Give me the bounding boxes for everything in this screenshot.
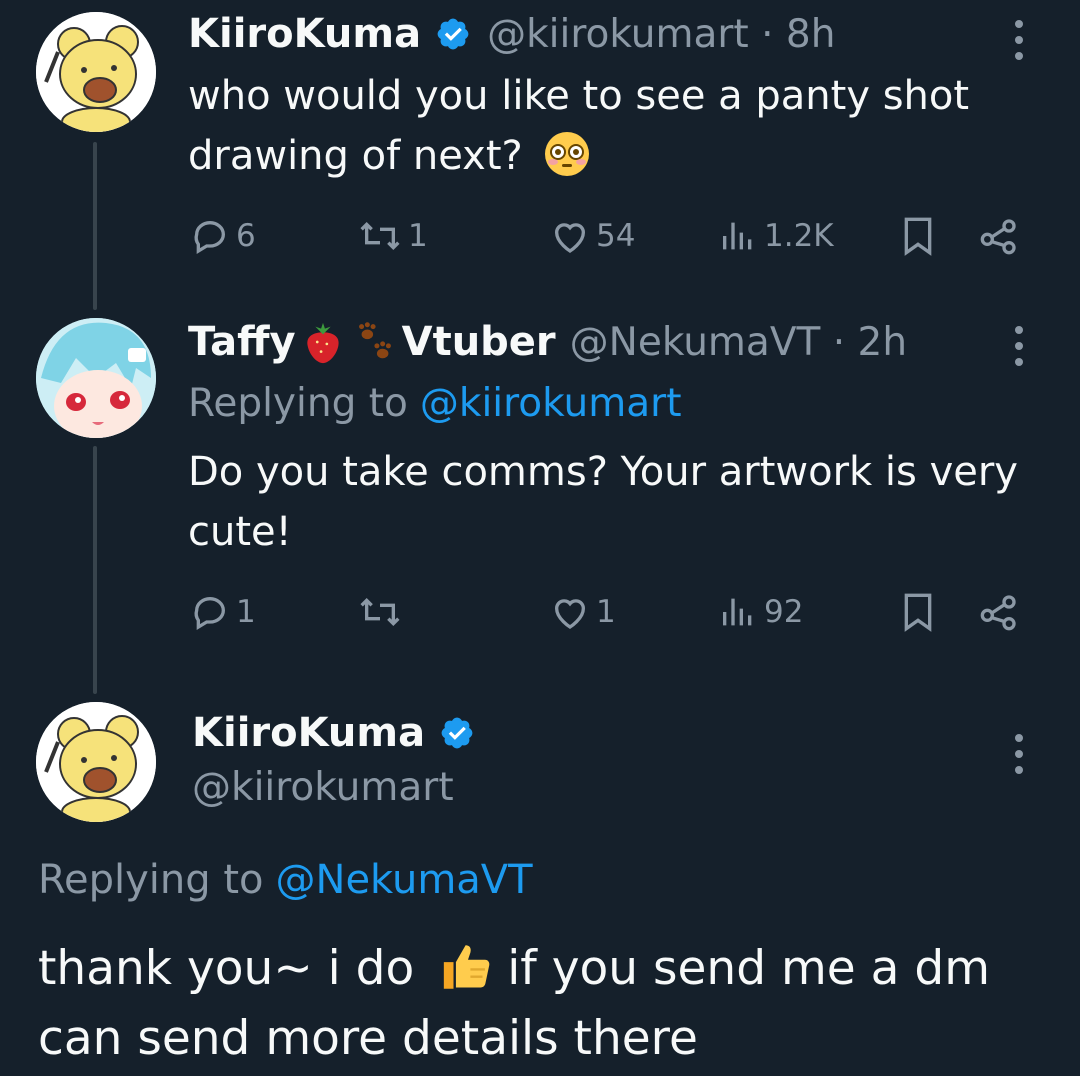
like-count: 54 — [596, 218, 636, 254]
replying-to-link[interactable]: @NekumaVT — [276, 857, 533, 903]
author-name-part1[interactable]: Taffy — [188, 319, 296, 365]
bookmark-button[interactable] — [900, 216, 936, 256]
retweet-count: 1 — [408, 218, 428, 254]
views-icon — [723, 598, 752, 626]
replying-to: Replying to @NekumaVT — [38, 854, 533, 906]
author-name-part2[interactable]: Vtuber — [402, 319, 556, 365]
heart-icon — [555, 599, 585, 629]
heart-icon — [555, 223, 585, 253]
views-count: 1.2K — [764, 218, 834, 254]
retweet-icon — [360, 221, 400, 251]
tweet1-text: who would you like to see a panty shot d… — [188, 66, 1048, 186]
reply-count: 6 — [236, 218, 256, 254]
tweet3-text-line2: can send more details there — [38, 1011, 698, 1066]
reply-button[interactable]: 1 — [190, 592, 256, 632]
tweet3-text-part2: if you send me a dm — [507, 941, 990, 996]
paw-prints-icon — [358, 322, 391, 359]
replying-to: Replying to @kiirokumart — [188, 378, 682, 428]
bookmark-button[interactable] — [900, 592, 936, 632]
share-button[interactable] — [978, 592, 1020, 632]
like-button[interactable]: 1 — [550, 592, 616, 632]
retweet-button[interactable] — [358, 592, 408, 632]
bookmark-icon — [904, 217, 932, 256]
tweet3-text-part1: thank you~ i do — [38, 941, 415, 996]
bear-avatar-icon — [36, 702, 156, 822]
replying-prefix: Replying to — [38, 857, 264, 903]
verified-badge-icon — [441, 717, 473, 749]
handle-time[interactable]: @kiirokumart · 8h — [487, 12, 835, 57]
more-options-icon[interactable] — [1015, 20, 1025, 60]
more-options-icon[interactable] — [1015, 734, 1025, 774]
tweet1-text-line1: who would you like to see a panty shot — [188, 73, 970, 119]
bookmark-icon — [904, 593, 932, 632]
tweet2-text: Do you take comms? Your artwork is very … — [188, 442, 1058, 562]
replying-to-link[interactable]: @kiirokumart — [420, 381, 682, 426]
vtuber-avatar-icon — [36, 318, 156, 438]
reply-icon — [194, 221, 225, 254]
share-button[interactable] — [978, 216, 1020, 256]
thread-line-2 — [93, 446, 97, 694]
reply-button[interactable]: 6 — [190, 216, 256, 256]
thumbs-up-icon — [444, 944, 490, 989]
strawberry-icon — [306, 322, 339, 364]
views-icon — [723, 222, 752, 250]
author-name[interactable]: KiiroKuma — [192, 710, 425, 756]
like-button[interactable]: 54 — [550, 216, 635, 256]
verified-badge-icon — [437, 18, 469, 50]
avatar-kiirokuma[interactable] — [36, 12, 156, 132]
views-button[interactable]: 1.2K — [718, 216, 834, 256]
handle[interactable]: @kiirokumart — [192, 765, 454, 810]
tweet1-text-line2: drawing of next? — [188, 133, 523, 179]
tweet2-text-line2: cute! — [188, 509, 292, 555]
views-count: 92 — [764, 594, 804, 630]
views-button[interactable]: 92 — [718, 592, 803, 632]
avatar-taffy[interactable] — [36, 318, 156, 438]
bear-avatar-icon — [36, 12, 156, 132]
share-icon — [980, 219, 1016, 255]
tweet1-header: KiiroKuma @kiirokumart · 8h — [188, 10, 835, 58]
tweet3-handle-row: @kiirokumart — [192, 762, 454, 812]
handle-time[interactable]: @NekumaVT · 2h — [570, 320, 907, 365]
share-icon — [980, 595, 1016, 631]
avatar-kiirokuma[interactable] — [36, 702, 156, 822]
thread-line-1 — [93, 142, 97, 310]
reply-icon — [194, 597, 225, 630]
tweet3-text: thank you~ i do if you send me a dm can … — [38, 934, 1068, 1074]
tweet2-text-line1: Do you take comms? Your artwork is very — [188, 449, 1018, 495]
author-name[interactable]: KiiroKuma — [188, 11, 421, 57]
more-options-icon[interactable] — [1015, 326, 1025, 366]
tweet2-header: Taffy Vtuber @NekumaVT · 2h — [188, 318, 907, 366]
reply-count: 1 — [236, 594, 256, 630]
retweet-icon — [360, 597, 400, 627]
replying-prefix: Replying to — [188, 380, 408, 426]
retweet-button[interactable]: 1 — [358, 216, 428, 256]
tweet3-header: KiiroKuma — [192, 708, 475, 758]
like-count: 1 — [596, 594, 616, 630]
flushed-face-icon — [545, 132, 590, 176]
